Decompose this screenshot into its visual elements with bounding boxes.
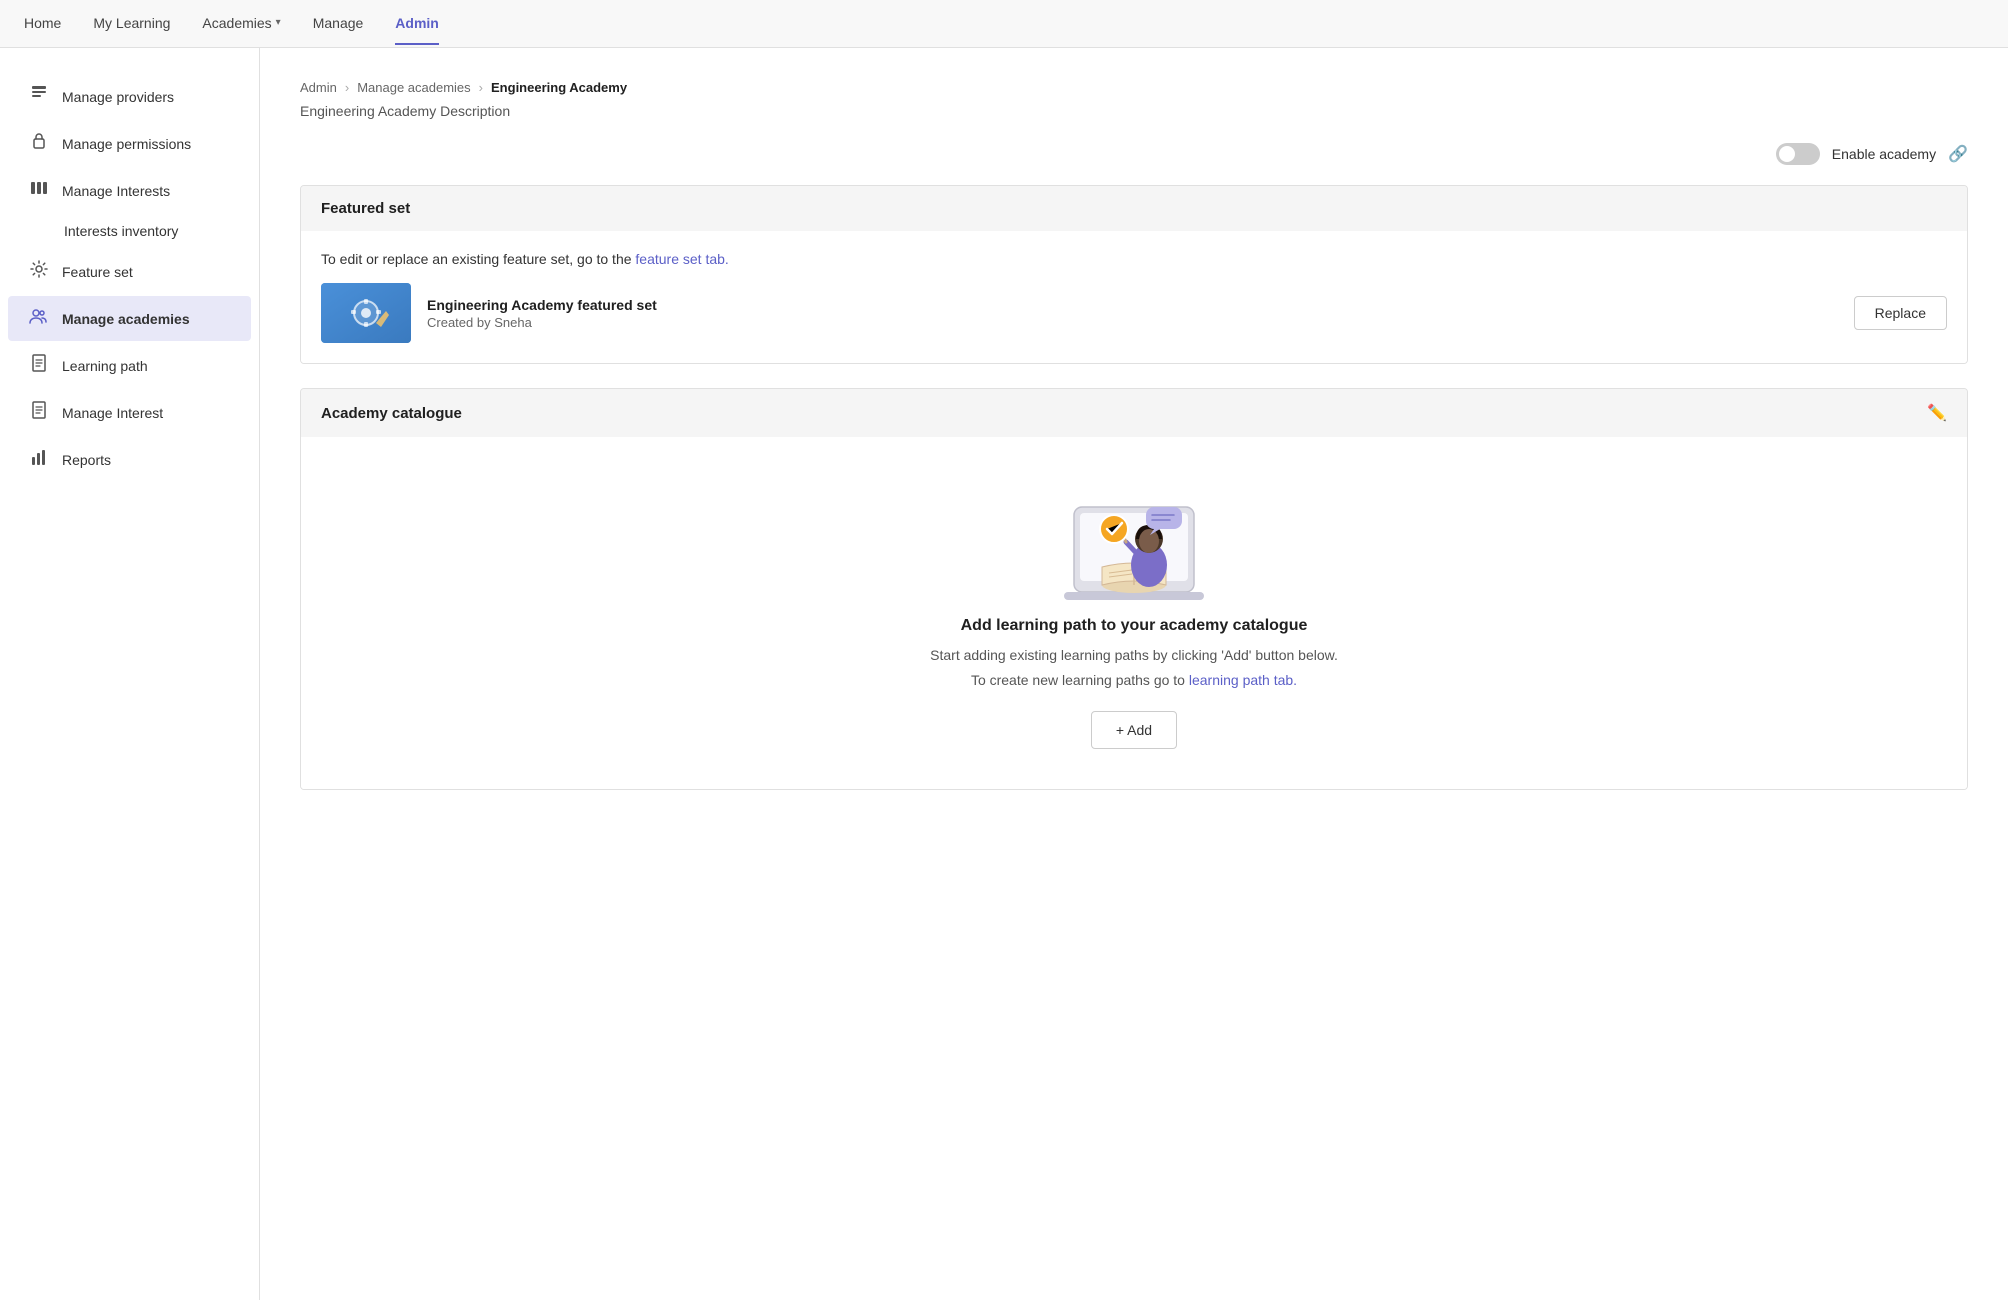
featured-thumbnail	[321, 283, 411, 343]
toggle-row: Enable academy 🔗	[300, 143, 1968, 165]
featured-set-description: To edit or replace an existing feature s…	[321, 251, 1947, 267]
manage-providers-icon	[28, 84, 50, 109]
sidebar-item-manage-interests[interactable]: Manage Interests	[8, 168, 251, 213]
sidebar-item-manage-academies[interactable]: Manage academies	[8, 296, 251, 341]
breadcrumb: Admin › Manage academies › Engineering A…	[300, 80, 1968, 95]
catalogue-title: Academy catalogue	[321, 405, 462, 422]
featured-set-header: Featured set	[301, 186, 1967, 231]
reports-icon	[28, 447, 50, 472]
featured-set-title: Featured set	[321, 200, 410, 217]
featured-set-section: Featured set To edit or replace an exist…	[300, 185, 1968, 364]
academies-dropdown-icon: ▾	[276, 17, 281, 28]
manage-interests-icon	[28, 178, 50, 203]
enable-academy-label: Enable academy	[1832, 146, 1936, 162]
feature-set-icon	[28, 259, 50, 284]
link-icon: 🔗	[1948, 144, 1968, 164]
nav-home[interactable]: Home	[24, 3, 61, 45]
catalogue-illustration	[1054, 477, 1214, 617]
sidebar-item-reports[interactable]: Reports	[8, 437, 251, 482]
academy-catalogue-section: Academy catalogue ✏️	[300, 388, 1968, 790]
catalogue-edit-icon[interactable]: ✏️	[1927, 403, 1947, 423]
top-navigation: Home My Learning Academies ▾ Manage Admi…	[0, 0, 2008, 48]
breadcrumb-sep-1: ›	[345, 80, 349, 95]
sidebar-item-interests-inventory[interactable]: Interests inventory	[8, 215, 251, 247]
nav-my-learning[interactable]: My Learning	[93, 3, 170, 45]
sidebar: Manage providers Manage permissions Mana…	[0, 48, 260, 1300]
nav-academies[interactable]: Academies ▾	[202, 3, 280, 45]
manage-interest-icon	[28, 400, 50, 425]
sidebar-item-feature-set[interactable]: Feature set	[8, 249, 251, 294]
catalogue-sub-text-1: Start adding existing learning paths by …	[930, 645, 1338, 666]
app-layout: Manage providers Manage permissions Mana…	[0, 48, 2008, 1300]
featured-item-sub: Created by Sneha	[427, 315, 1838, 330]
page-description: Engineering Academy Description	[300, 103, 1968, 119]
catalogue-main-text: Add learning path to your academy catalo…	[961, 617, 1308, 635]
sidebar-item-manage-interest[interactable]: Manage Interest	[8, 390, 251, 435]
sidebar-item-manage-permissions[interactable]: Manage permissions	[8, 121, 251, 166]
feature-set-tab-link[interactable]: feature set tab.	[635, 251, 728, 267]
nav-manage[interactable]: Manage	[313, 3, 364, 45]
add-button[interactable]: + Add	[1091, 711, 1177, 749]
main-content: Admin › Manage academies › Engineering A…	[260, 48, 2008, 1300]
manage-permissions-icon	[28, 131, 50, 156]
replace-button[interactable]: Replace	[1854, 296, 1947, 330]
enable-academy-toggle[interactable]	[1776, 143, 1820, 165]
catalogue-header: Academy catalogue ✏️	[301, 389, 1967, 437]
breadcrumb-manage-academies: Manage academies	[357, 80, 470, 95]
featured-item-title: Engineering Academy featured set	[427, 297, 1838, 313]
breadcrumb-current: Engineering Academy	[491, 80, 627, 95]
catalogue-sub-text-2: To create new learning paths go to learn…	[971, 670, 1297, 691]
sidebar-item-learning-path[interactable]: Learning path	[8, 343, 251, 388]
breadcrumb-sep-2: ›	[479, 80, 483, 95]
nav-admin[interactable]: Admin	[395, 3, 439, 45]
learning-path-icon	[28, 353, 50, 378]
featured-item-row: Engineering Academy featured set Created…	[321, 283, 1947, 343]
featured-set-body: To edit or replace an existing feature s…	[301, 231, 1967, 363]
breadcrumb-admin: Admin	[300, 80, 337, 95]
catalogue-body: Add learning path to your academy catalo…	[301, 437, 1967, 789]
manage-academies-icon	[28, 306, 50, 331]
featured-item-info: Engineering Academy featured set Created…	[427, 297, 1838, 330]
sidebar-item-manage-providers[interactable]: Manage providers	[8, 74, 251, 119]
learning-path-tab-link[interactable]: learning path tab.	[1189, 672, 1297, 688]
